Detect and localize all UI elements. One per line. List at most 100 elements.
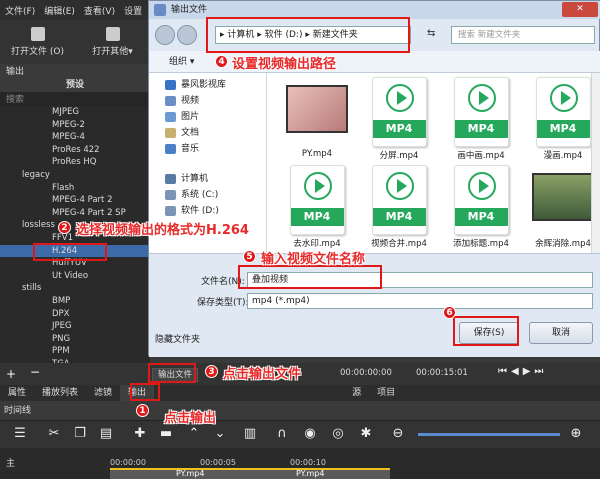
remove-icon[interactable]: − (30, 365, 40, 379)
timecode-total: 00:00:15:01 (416, 368, 468, 378)
ripple-icon[interactable]: ◎ (330, 426, 346, 442)
nav-item-label: 计算机 (181, 174, 209, 184)
tree-item[interactable]: MPEG-4 Part 2 SP (0, 207, 150, 220)
save-dialog: 输出文件 ✕ ▸ 计算机 ▸ 软件 (D:) ▸ 新建文件夹 ⇆ 搜索 新建文件… (148, 0, 600, 357)
tree-item[interactable]: Ut Video (0, 270, 150, 283)
nav-item-label: 视频 (181, 96, 200, 106)
tree-item[interactable]: MPEG-4 Part 2 (0, 194, 150, 207)
tree-item[interactable]: PPM (0, 345, 150, 358)
file-item[interactable]: MP4 分屏.mp4 (363, 77, 435, 161)
ruler-time-2: 00:00:10 (290, 458, 326, 467)
tree-item[interactable]: PNG (0, 333, 150, 346)
hide-folders-toggle[interactable]: 隐藏文件夹 (155, 332, 200, 345)
menu-edit[interactable]: 编辑(E) (44, 4, 75, 17)
nav-item-icon (165, 174, 176, 184)
append-icon[interactable]: ✚ (132, 426, 148, 442)
clip-label-1: PY.mp4 (176, 469, 205, 478)
mp4-file-icon: MP4 (371, 77, 427, 147)
tree-item[interactable]: ProRes HQ (0, 156, 150, 169)
transport-controls[interactable]: ⏮◀▶⏭ (498, 366, 547, 377)
nav-item[interactable]: 软件 (D:) (149, 203, 266, 219)
split-icon[interactable]: ▥ (242, 426, 258, 442)
filetype-select[interactable]: mp4 (*.mp4) (247, 293, 593, 309)
preset-search[interactable]: 搜索 (0, 92, 150, 106)
mp4-file-icon: MP4 (453, 77, 509, 147)
back-button[interactable] (155, 25, 175, 45)
tree-item[interactable]: BMP (0, 295, 150, 308)
nav-item[interactable]: 系统 (C:) (149, 187, 266, 203)
play-icon (467, 84, 496, 112)
nav-item-label: 软件 (D:) (181, 206, 219, 216)
menu-file[interactable]: 文件(F) (5, 4, 35, 17)
forward-button[interactable] (177, 25, 197, 45)
nav-item-label: 图片 (181, 112, 200, 122)
nav-item[interactable]: 计算机 (149, 171, 266, 187)
dialog-search-input[interactable]: 搜索 新建文件夹 (451, 26, 595, 44)
nav-item-icon (165, 112, 176, 122)
file-item[interactable]: MP4 画中画.mp4 (445, 77, 517, 161)
menu-settings[interactable]: 设置 (124, 4, 142, 17)
tree-item[interactable]: ProRes 422 (0, 144, 150, 157)
menu-icon[interactable]: ☰ (12, 426, 28, 442)
timeline-track[interactable]: PY.mp4 PY.mp4 (110, 468, 390, 479)
timeline-toolbar: ☰ ✂ ❐ ▤ ✚ ▬ ⌃ ⌄ ▥ ∩ ◉ ◎ ✱ ⊖ ⊕ (0, 420, 600, 448)
zoom-slider[interactable] (418, 433, 560, 436)
menu-view[interactable]: 查看(V) (84, 4, 115, 17)
tree-item[interactable]: MPEG-2 (0, 119, 150, 132)
nav-item-icon (165, 206, 176, 216)
file-item[interactable]: MP4 漫画.mp4 (527, 77, 599, 161)
open-other-button[interactable]: 打开其他▾ (75, 20, 150, 64)
refresh-icon[interactable]: ⇆ (427, 28, 435, 39)
cancel-button[interactable]: 取消 (529, 322, 593, 344)
nav-item[interactable]: 音乐 (149, 141, 266, 157)
file-item[interactable]: 余辉消除.mp4 (527, 165, 599, 249)
file-item[interactable]: MP4 视频合并.mp4 (363, 165, 435, 249)
remove-clip-icon[interactable]: ▬ (158, 426, 174, 442)
file-name: 添加标题.mp4 (453, 239, 509, 249)
zoom-in-icon[interactable]: ⊕ (568, 426, 584, 442)
file-list-scrollbar[interactable] (591, 73, 600, 253)
copy-icon[interactable]: ❐ (72, 426, 88, 442)
tab-source[interactable]: 源 (344, 385, 369, 401)
play-icon (385, 172, 414, 200)
nav-item[interactable]: 视频 (149, 93, 266, 109)
step-2-marker: 2 (58, 221, 71, 234)
step-2-text: 选择视频输出的格式为H.264 (76, 223, 249, 238)
tree-item[interactable]: MPEG-4 (0, 131, 150, 144)
close-button[interactable]: ✕ (562, 2, 598, 17)
tab-project[interactable]: 项目 (369, 385, 403, 401)
tree-item[interactable]: JPEG (0, 320, 150, 333)
tree-item[interactable]: DPX (0, 308, 150, 321)
mp4-badge: MP4 (536, 120, 590, 138)
highlight-h264 (33, 243, 107, 261)
zoom-out-icon[interactable]: ⊖ (390, 426, 406, 442)
clip-label-2: PY.mp4 (296, 469, 325, 478)
filetype-label: 保存类型(T): (197, 298, 249, 308)
tree-item[interactable]: legacy (0, 169, 150, 182)
step-1-text: 点击输出 (164, 411, 217, 426)
cut-icon[interactable]: ✂ (46, 426, 62, 442)
file-item[interactable]: MP4 去水印.mp4 (281, 165, 353, 249)
add-icon[interactable]: + (6, 367, 16, 381)
open-file-button[interactable]: 打开文件 (O) (0, 20, 75, 64)
nav-item[interactable]: 暴风影视库 (149, 77, 266, 93)
file-item[interactable]: PY.mp4 (281, 77, 353, 159)
nav-item[interactable]: 文档 (149, 125, 266, 141)
tab-filters[interactable]: 滤镜 (86, 385, 120, 401)
ripple-all-icon[interactable]: ✱ (358, 426, 374, 442)
nav-item-label: 文档 (181, 128, 200, 138)
ruler-time-0: 00:00:00 (110, 458, 146, 467)
snap-icon[interactable]: ∩ (274, 426, 290, 442)
timeline-ruler: 主 00:00:00 00:00:05 00:00:10 PY.mp4 PY.m… (0, 448, 600, 479)
nav-item[interactable]: 图片 (149, 109, 266, 125)
file-item[interactable]: MP4 添加标题.mp4 (445, 165, 517, 249)
tree-item[interactable]: stills (0, 282, 150, 295)
tree-item[interactable]: MJPEG (0, 106, 150, 119)
overwrite-icon[interactable]: ⌄ (212, 426, 228, 442)
tree-item[interactable]: Flash (0, 182, 150, 195)
lift-icon[interactable]: ⌃ (186, 426, 202, 442)
tab-playlist[interactable]: 播放列表 (34, 385, 86, 401)
paste-icon[interactable]: ▤ (98, 426, 114, 442)
scrub-icon[interactable]: ◉ (302, 426, 318, 442)
tab-properties[interactable]: 属性 (0, 385, 34, 401)
